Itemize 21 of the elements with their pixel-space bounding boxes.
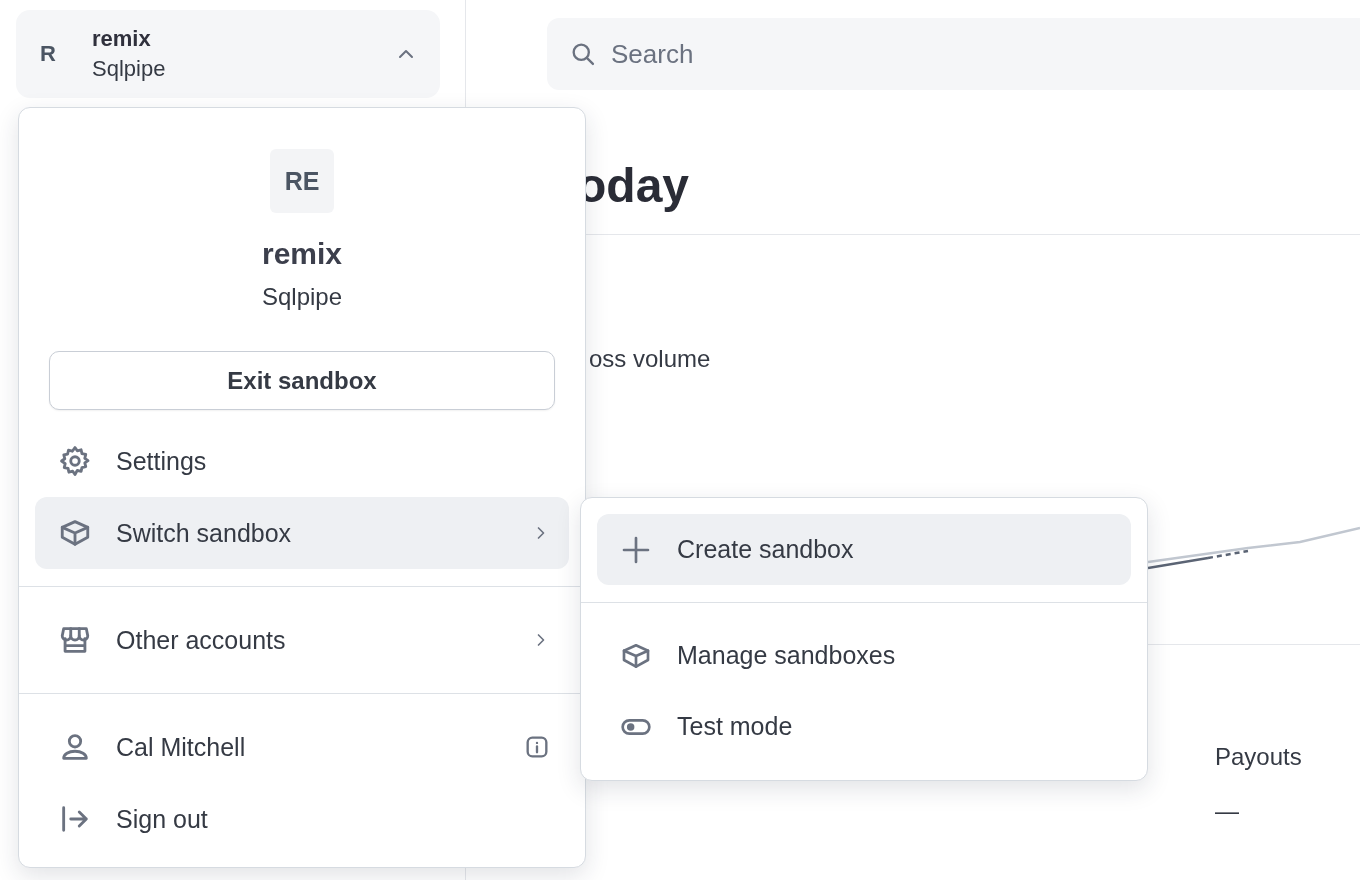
menu-item[interactable]: Manage sandboxes xyxy=(597,620,1131,691)
account-subtitle: Sqlpipe xyxy=(92,55,167,83)
search-field[interactable]: Search xyxy=(547,18,1360,90)
menu-item[interactable]: Test mode xyxy=(597,691,1131,762)
menu-item[interactable]: Create sandbox xyxy=(597,514,1131,585)
menu-item[interactable]: Settings xyxy=(35,425,569,497)
account-avatar: RE xyxy=(270,149,334,213)
account-name: remix xyxy=(92,25,152,53)
exit-sandbox-button[interactable]: Exit sandbox xyxy=(49,351,555,410)
account-initial: R xyxy=(40,41,57,67)
menu-item[interactable]: Cal Mitchell xyxy=(35,711,569,783)
payouts-value: — xyxy=(1215,796,1240,826)
menu-item[interactable]: Sign out xyxy=(35,783,569,855)
menu-item[interactable]: Switch sandbox xyxy=(35,497,569,569)
settings-icon xyxy=(58,444,92,478)
menu-item[interactable]: Other accounts xyxy=(35,604,569,676)
account-subtitle: Sqlpipe xyxy=(261,282,343,312)
account-switcher[interactable]: R remix Sqlpipe xyxy=(16,10,440,98)
payouts-label: Payouts xyxy=(1215,742,1303,772)
metric-label: oss volume xyxy=(589,344,712,374)
account-name: remix xyxy=(261,236,343,272)
